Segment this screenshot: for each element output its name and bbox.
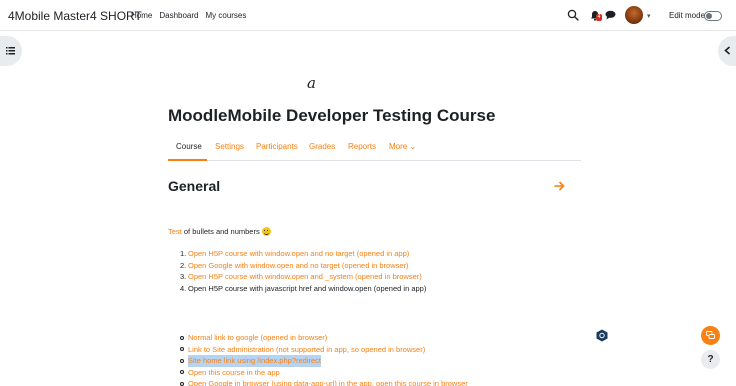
- tab-more[interactable]: More ⌄: [389, 142, 416, 151]
- course-secondary-navigation: Course Settings Participants Grades Repo…: [168, 137, 581, 161]
- list-item: 2. Open Google with window.open and no ta…: [180, 260, 409, 272]
- list-item-link[interactable]: Site home link using /index.php?redirect: [188, 355, 321, 367]
- tab-more-label: More: [389, 142, 408, 151]
- nav-my-courses[interactable]: My courses: [205, 11, 246, 20]
- primary-navigation: Home Dashboard My courses: [131, 11, 246, 20]
- smiley-emoji-icon: [261, 227, 271, 236]
- chevron-down-icon: ⌄: [409, 142, 417, 151]
- list-item: 4. Open H5P course with javascript href a…: [180, 283, 427, 293]
- search-icon[interactable]: [567, 9, 579, 21]
- list-item-link[interactable]: Open Google in browser (using data-app-u…: [188, 378, 468, 386]
- list-item: Open this course in the app: [180, 367, 468, 379]
- help-button[interactable]: ?: [701, 350, 720, 369]
- tab-reports[interactable]: Reports: [348, 142, 376, 151]
- user-avatar[interactable]: [625, 6, 643, 24]
- list-item: Site home link using /index.php?redirect: [180, 355, 468, 367]
- section-title: General: [168, 178, 221, 194]
- list-item-link[interactable]: Normal link to google (opened in browser…: [188, 332, 327, 344]
- chevron-down-icon[interactable]: ▾: [647, 12, 651, 20]
- bullet-list: Normal link to google (opened in browser…: [180, 332, 468, 386]
- toggle-knob: [706, 13, 712, 19]
- h5p-hexagon-icon[interactable]: [596, 329, 608, 342]
- tab-participants[interactable]: Participants: [256, 142, 298, 151]
- arrow-right-icon[interactable]: [554, 181, 565, 191]
- tab-grades[interactable]: Grades: [309, 142, 335, 151]
- list-item-link[interactable]: Open H5P course with window.open and _sy…: [188, 271, 422, 283]
- list-item-link[interactable]: Link to Site administration (not support…: [188, 344, 425, 356]
- list-item: Open Google in browser (using data-app-u…: [180, 378, 468, 386]
- nav-dashboard[interactable]: Dashboard: [159, 11, 198, 20]
- course-logo: a: [307, 74, 316, 92]
- list-item-link[interactable]: Open Google with window.open and no targ…: [188, 260, 409, 272]
- list-item-link[interactable]: Open H5P course with window.open and no …: [188, 248, 409, 260]
- intro-link[interactable]: Test: [168, 227, 182, 236]
- list-icon: [6, 47, 15, 55]
- intro-text: of bullets and numbers: [181, 227, 260, 236]
- notification-count-badge: 4: [596, 14, 602, 21]
- nav-home[interactable]: Home: [131, 11, 152, 20]
- chat-bubbles-icon: [706, 331, 715, 339]
- list-item: Link to Site administration (not support…: [180, 344, 468, 356]
- section-summary: Test of bullets and numbers: [168, 227, 271, 236]
- list-item-link[interactable]: Open this course in the app: [188, 367, 280, 379]
- list-item: 3. Open H5P course with window.open and _…: [180, 271, 422, 283]
- active-tab-indicator: [168, 159, 207, 161]
- site-name[interactable]: 4Mobile Master4 SHORT: [8, 9, 142, 23]
- chevron-left-icon: [724, 46, 731, 55]
- tab-settings[interactable]: Settings: [215, 142, 244, 151]
- messages-icon[interactable]: [605, 10, 616, 20]
- tab-course[interactable]: Course: [176, 142, 202, 151]
- edit-mode-toggle[interactable]: [704, 11, 722, 21]
- ordered-list: 1. Open H5P course with window.open and n…: [180, 248, 426, 294]
- list-item-text: Open H5P course with javascript href and…: [188, 283, 427, 293]
- page-title: MoodleMobile Developer Testing Course: [168, 106, 496, 125]
- list-item: 1. Open H5P course with window.open and n…: [180, 248, 410, 260]
- edit-mode-label: Edit mode: [669, 11, 706, 20]
- list-item: Normal link to google (opened in browser…: [180, 332, 468, 344]
